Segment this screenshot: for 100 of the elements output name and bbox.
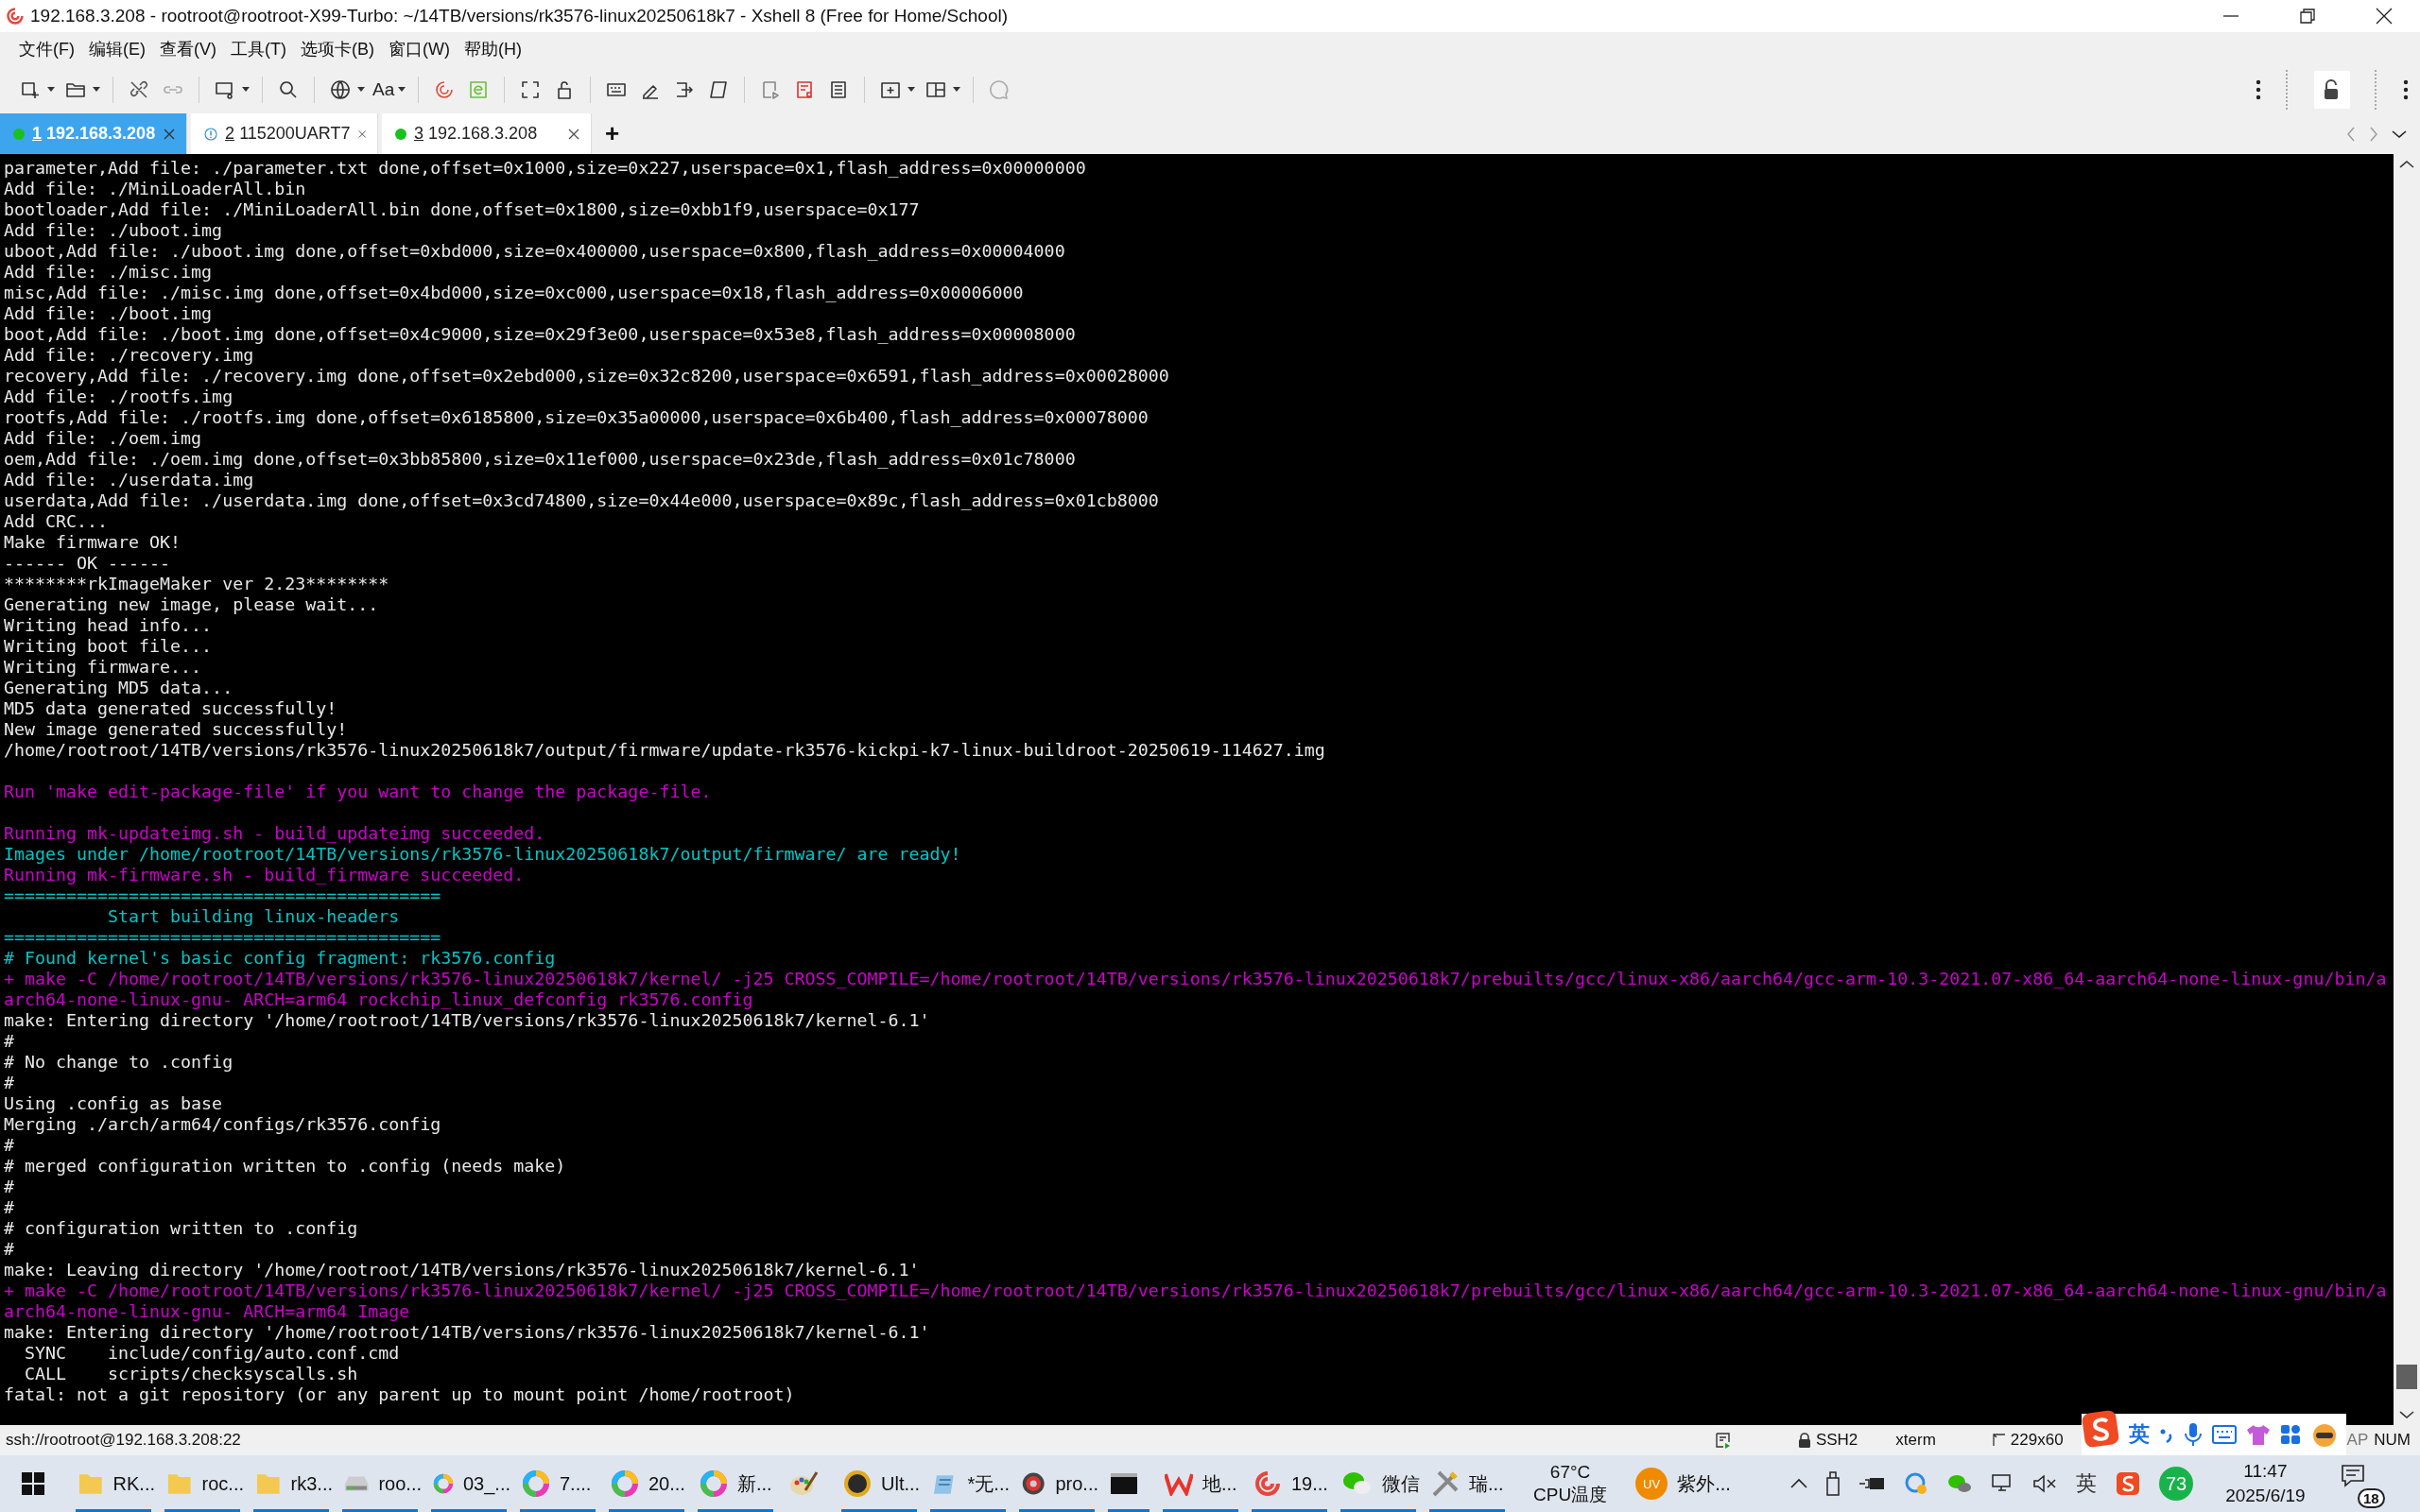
- caret-icon[interactable]: [357, 87, 365, 93]
- terminal-line: rootfs,Add file: ./rootfs.img done,offset=0x6185800,size=0x35a00000,userspace=0x6b400,flash_address=0x00078000: [4, 407, 1150, 428]
- clock[interactable]: 11:47 2025/6/19: [2225, 1459, 2306, 1508]
- terminal-line: Images under /home/rootroot/14TB/versions/rk3576-linux20250618k7/output/firmware/ are ready!: [4, 844, 962, 865]
- terminal-line: SYNC include/config/auto.conf.cmd: [24, 1343, 401, 1364]
- terminal-line: Writing firmware...: [4, 657, 203, 678]
- terminal-line: fatal: not a git repository (or any parent up to mount point /home/rootroot): [4, 1384, 796, 1405]
- taskbar-item[interactable]: 19...: [1248, 1455, 1331, 1512]
- ring-icon: [700, 1469, 728, 1498]
- tab-label: 115200UART7: [239, 124, 351, 143]
- add-tab-button[interactable]: +: [605, 119, 620, 148]
- taskbar-item[interactable]: pro...: [1015, 1455, 1098, 1512]
- menu-item[interactable]: 查看(V): [160, 38, 216, 60]
- terminal-line: arch64-none-linux-gnu- ARCH=arm64 rockchip_linux_defconfig rk3576.config: [4, 989, 754, 1010]
- caret-icon[interactable]: [398, 87, 406, 93]
- caret-icon[interactable]: [908, 87, 916, 93]
- terminal-line: Add file: ./misc.img: [4, 262, 214, 283]
- chevron-up-icon[interactable]: [2399, 160, 2414, 169]
- terminal-line: userdata,Add file: ./userdata.img done,offset=0x3cd74800,size=0x44e000,userspace=0x89c,flash_address=0x01cb8000: [4, 490, 1160, 511]
- taskbar-item[interactable]: rk3...: [250, 1455, 333, 1512]
- lock-icon[interactable]: [2314, 71, 2350, 109]
- more-icon[interactable]: [2256, 79, 2261, 100]
- caret-icon[interactable]: [242, 87, 250, 93]
- caret-icon[interactable]: [47, 87, 55, 93]
- terminal-line: Using .config as base: [4, 1093, 224, 1114]
- folder-icon: [255, 1471, 282, 1496]
- taskbar-item[interactable]: 新...: [694, 1455, 777, 1512]
- taskbar-item[interactable]: *无...: [926, 1455, 1010, 1512]
- taskbar-item[interactable]: 20...: [605, 1455, 688, 1512]
- menu-item[interactable]: 窗口(W): [388, 38, 450, 60]
- session-tab[interactable]: 2 115200UART7: [191, 113, 378, 154]
- terminal-line: CALL scripts/checksyscalls.sh: [24, 1364, 359, 1384]
- taskbar-item[interactable]: 03_...: [427, 1455, 510, 1512]
- terminal-line: ==========================================: [4, 885, 442, 906]
- chevron-down-icon[interactable]: [2392, 129, 2407, 139]
- restore-icon[interactable]: [2299, 8, 2316, 25]
- taskbar-item[interactable]: 瑞...: [1426, 1455, 1509, 1512]
- close-icon[interactable]: [568, 128, 579, 140]
- taskbar-item[interactable]: roo...: [338, 1455, 422, 1512]
- menu-item[interactable]: 文件(F): [19, 38, 75, 60]
- console-icon: [1110, 1471, 1138, 1496]
- cloud-sync-icon[interactable]: [1904, 1471, 1929, 1496]
- time: 11:47: [2243, 1460, 2288, 1483]
- scrollbar-thumb[interactable]: [2396, 1365, 2417, 1389]
- terminal-line: New image generated successfully!: [4, 719, 349, 740]
- taskbar-label: pro...: [1055, 1472, 1098, 1495]
- terminal-line: Writing head info...: [4, 615, 214, 636]
- folder-icon: [166, 1471, 193, 1496]
- ue-logo-icon: [843, 1469, 872, 1498]
- chat-bubbles-icon[interactable]: [1947, 1472, 1973, 1495]
- more-icon[interactable]: [2403, 79, 2409, 100]
- tab-label: 192.168.3.208: [428, 124, 538, 143]
- font-button[interactable]: Aa: [372, 79, 395, 100]
- menu-item[interactable]: 编辑(E): [89, 38, 146, 60]
- window-title: 192.168.3.208 - rootroot@rootroot-X99-Turbo: ~/14TB/versions/rk3576-linux20250618k7 - Xshell 8 (Free for Home/School): [30, 6, 1009, 26]
- caret-icon[interactable]: [93, 87, 100, 93]
- session-tab[interactable]: 3 192.168.3.208: [382, 113, 592, 154]
- muted-speaker-icon[interactable]: [2032, 1474, 2058, 1493]
- terminal-line: oem,Add file: ./oem.img done,offset=0x3bb85800,size=0x11ef000,userspace=0x23de,flash_address=0x01c78000: [4, 449, 1077, 470]
- keyboard-icon[interactable]: [2212, 1424, 2237, 1445]
- ime-logo-icon[interactable]: [2082, 1410, 2119, 1448]
- taskbar-item[interactable]: roc...: [161, 1455, 244, 1512]
- menu-item[interactable]: 帮助(H): [463, 38, 522, 60]
- taskbar-item[interactable]: UV 紫外...: [1630, 1455, 1772, 1512]
- terminal-line: #: [4, 1197, 15, 1218]
- menu-item[interactable]: 选项卡(B): [300, 38, 374, 60]
- terminal-line: boot,Add file: ./boot.img done,offset=0x4c9000,size=0x29f3e00,userspace=0x53e8,flash_address=0x00008000: [4, 324, 1077, 345]
- notification-icon[interactable]: [2339, 1463, 2366, 1489]
- terminal-line: make: Entering directory '/home/rootroot/14TB/versions/rk3576-linux20250618k7/kernel-6.1': [4, 1322, 931, 1343]
- taskbar-item[interactable]: Ult...: [838, 1455, 921, 1512]
- terminal-line: MD5 data generated successfully!: [4, 698, 338, 719]
- close-icon[interactable]: [2376, 8, 2393, 25]
- globe-icon[interactable]: [329, 78, 352, 101]
- usb-drive-icon[interactable]: [1826, 1471, 1841, 1496]
- apps-grid-icon[interactable]: [2280, 1424, 2301, 1445]
- taskbar-item[interactable]: RK...: [72, 1455, 155, 1512]
- microphone-icon[interactable]: [2184, 1422, 2203, 1447]
- chevron-down-icon[interactable]: [2399, 1410, 2414, 1419]
- ime-language-button[interactable]: 英: [2129, 1420, 2150, 1449]
- log-icon[interactable]: [1714, 1432, 1732, 1449]
- terminal-line: Add CRC...: [4, 511, 110, 532]
- chevron-up-icon[interactable]: [1790, 1478, 1808, 1489]
- terminal-line: + make -C /home/rootroot/14TB/versions/rk3576-linux20250618k7/kernel/ -j25 CROSS_COMPILE=/home/rootroot/14TB/versions/rk3576-linux20250618k7/prebuilts/gcc/linux-x86/aarch64/gcc-arm-10.3-2021.07-x86_64-aarch64-none-linux-gnu/bin/a: [4, 969, 2388, 989]
- taskbar-label: 20...: [648, 1472, 685, 1495]
- input-language[interactable]: 英: [2076, 1469, 2098, 1498]
- taskbar-item[interactable]: 微信: [1337, 1455, 1420, 1512]
- taskbar-label: 紫外...: [1677, 1471, 1731, 1496]
- taskbar-item[interactable]: 7....: [516, 1455, 599, 1512]
- taskbar-label: 地...: [1202, 1471, 1237, 1496]
- terminal-type: xterm: [1895, 1431, 1936, 1450]
- taskbar-label: *无...: [967, 1471, 1010, 1496]
- temperature-label: CPU温度: [1533, 1484, 1608, 1506]
- terminal-line: Generating MD5 data...: [4, 678, 234, 698]
- menu-item[interactable]: 工具(T): [231, 38, 286, 60]
- battery-plug-icon[interactable]: [1858, 1475, 1886, 1492]
- start-icon[interactable]: [21, 1471, 45, 1496]
- taskbar-item[interactable]: 地...: [1159, 1455, 1242, 1512]
- shirt-icon[interactable]: [2246, 1423, 2271, 1446]
- terminal-line: Add file: ./oem.img: [4, 428, 203, 449]
- caret-icon[interactable]: [953, 87, 961, 93]
